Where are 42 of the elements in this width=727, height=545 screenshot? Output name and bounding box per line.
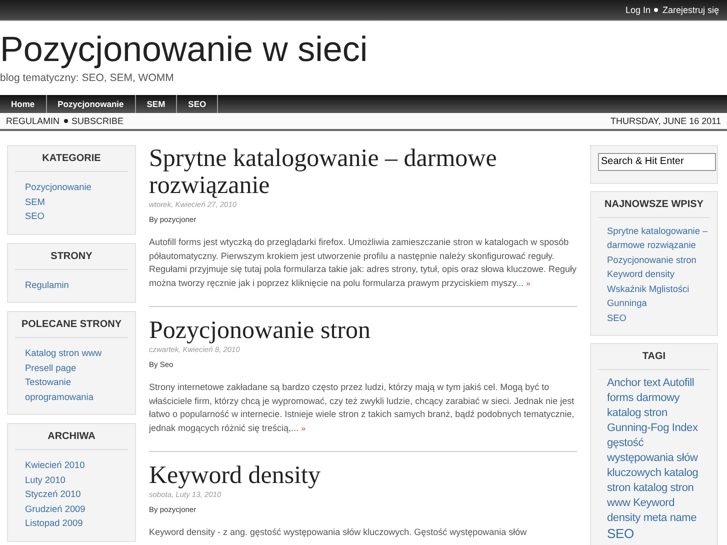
post-excerpt: Autofill forms jest wtyczką do przeglądarki firefox. Umożliwia zamieszczanie stron w katalogach w sposób półautomatyczny. Pierwszym krokiem jest utworzenie profilu a następnie należy skonfigurować reguły. Regułami przyjmuje się tutaj pola formularza takie jak: adres strony, tytuł, opis oraz słowa kluczowe. Reguły można tworzy ręcznie jak i poprzez kliknięcie na polu formularza prawym przyciskiem myszy... » bbox=[149, 236, 577, 290]
search-field[interactable]: Search & Hit Enter bbox=[598, 152, 716, 170]
sub-nav-link[interactable]: SUBSCRIBE bbox=[72, 116, 124, 126]
recent-post-link[interactable]: Pozycjonowanie stron bbox=[607, 252, 710, 267]
recent-post-link[interactable]: SEO bbox=[607, 310, 710, 325]
post-title[interactable]: Keyword density bbox=[149, 462, 577, 489]
site-tagline: blog tematyczny: SEO, SEM, WOMM bbox=[0, 72, 175, 84]
widget-title: TAGI bbox=[598, 351, 710, 370]
sidebar-link[interactable]: Testowanie oprogramowania bbox=[25, 375, 128, 404]
post-title[interactable]: Sprytne katalogowanie – darmowe rozwiązanie bbox=[149, 145, 577, 199]
post-excerpt: Strony internetowe zakładane są bardzo często przez ludzi, którzy mają w tym jakiś cel. Mogą być to właściciele firm, którzy chcą je wypromować, czy też zwykli ludzie, chcący zarabiać w sieci. Jednak nie jest łatwo o popularność w internecie. Istnieje wiele stron z takich samych branż, bądź podobnych tematycznie, jednak mogących różnić się treścią,... » bbox=[149, 381, 576, 435]
tag-cloud[interactable]: Anchor text Autofill forms darmowy katalog stron Gunning-Fog Index gęstość występowania słów kluczowych katalog stron katalog stron www Keyword density meta name SEO bbox=[607, 376, 710, 543]
widget-title: STRONY bbox=[15, 250, 128, 270]
sidebar-link[interactable]: Pozycjonowanie bbox=[25, 180, 128, 194]
widget-title: POLECANE STRONY bbox=[15, 319, 128, 338]
sidebar-link[interactable]: Kwiecień 2010 bbox=[25, 458, 128, 472]
sidebar-link[interactable]: Luty 2010 bbox=[25, 472, 128, 487]
site-title[interactable]: Pozycjonowanie w sieci bbox=[0, 31, 368, 69]
sidebar-link[interactable]: Regulamin bbox=[25, 278, 128, 292]
sidebar-link[interactable]: Katalog stron www bbox=[25, 346, 128, 360]
widget-title: ARCHIWA bbox=[15, 431, 128, 450]
sidebar-link[interactable]: Styczeń 2010 bbox=[25, 487, 128, 502]
bullet-icon bbox=[654, 8, 658, 12]
bullet-icon bbox=[64, 119, 68, 123]
sidebar-link[interactable]: SEO bbox=[25, 209, 128, 224]
header-link[interactable]: Zarejestruj się bbox=[662, 5, 719, 15]
current-date: THURSDAY, JUNE 16 2011 bbox=[610, 116, 721, 126]
widget-title: NAJNOWSZE WPISY bbox=[598, 198, 710, 218]
post-excerpt: Keyword density - z ang. gęstość występowania słów kluczowych. Gęstość występowania słów bbox=[149, 526, 528, 539]
sidebar-link[interactable]: Presell page bbox=[25, 360, 128, 375]
recent-post-link[interactable]: Sprytne katalogowanie – darmowe rozwiązanie bbox=[607, 224, 710, 252]
widget-title: KATEGORIE bbox=[15, 153, 128, 172]
header-link[interactable]: Log In bbox=[625, 5, 650, 15]
read-more-link[interactable]: » bbox=[301, 424, 306, 432]
sidebar-link[interactable]: SEM bbox=[25, 194, 128, 209]
sidebar-link[interactable]: Grudzień 2009 bbox=[25, 502, 128, 516]
post-title[interactable]: Pozycjonowanie stron bbox=[149, 317, 577, 344]
sub-nav-link[interactable]: REGULAMIN bbox=[6, 116, 60, 126]
read-more-link[interactable]: » bbox=[526, 278, 530, 288]
sidebar-link[interactable]: Listopad 2009 bbox=[25, 516, 128, 530]
recent-post-link[interactable]: Keyword density bbox=[607, 267, 710, 282]
recent-post-link[interactable]: Wskaźnik Mglistości Gunninga bbox=[607, 282, 710, 310]
